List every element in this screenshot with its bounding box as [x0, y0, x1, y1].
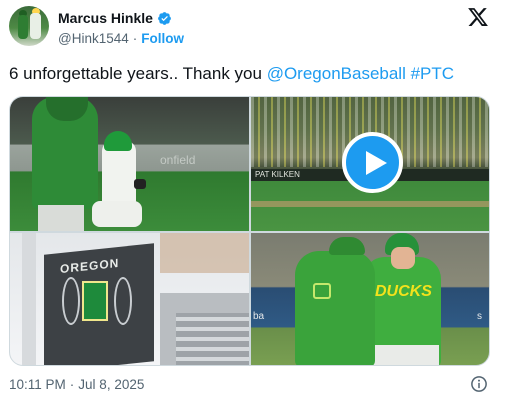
hashtag-link[interactable]: #PTC: [411, 64, 454, 83]
media-photo-3[interactable]: OREGON: [10, 233, 249, 365]
info-icon[interactable]: [470, 375, 488, 393]
media-video[interactable]: PAT KILKEN: [251, 97, 489, 231]
media-grid: onfield PAT KILKEN OREGON ba s DUCKS: [9, 96, 490, 366]
mention-link[interactable]: @OregonBaseball: [267, 64, 406, 83]
tweet-text: 6 unforgettable years.. Thank you @Orego…: [9, 64, 454, 84]
author-name-row: Marcus Hinkle: [58, 10, 172, 26]
author-name[interactable]: Marcus Hinkle: [58, 10, 153, 26]
photo-4-wall-text-right: s: [477, 311, 482, 322]
tweet-date[interactable]: Jul 8, 2025: [78, 377, 144, 392]
tweet-card: Marcus Hinkle @Hink1544 · Follow 6 unfor…: [0, 0, 505, 400]
tweet-meta: 10:11 PM · Jul 8, 2025: [9, 377, 144, 392]
author-handle[interactable]: @Hink1544: [58, 31, 129, 46]
tweet-time[interactable]: 10:11 PM: [9, 377, 66, 392]
separator: ·: [132, 31, 138, 46]
follow-button[interactable]: Follow: [141, 31, 184, 46]
verified-badge-icon: [158, 11, 171, 25]
meta-separator: ·: [69, 377, 75, 392]
avatar[interactable]: [9, 6, 49, 46]
play-button[interactable]: [342, 132, 403, 193]
x-logo-icon[interactable]: [467, 6, 489, 28]
handle-row: @Hink1544 · Follow: [58, 31, 184, 46]
play-icon: [366, 151, 387, 175]
photo-4-jersey-text: DUCKS: [375, 283, 432, 300]
photo-4-wall-text-left: ba: [253, 311, 265, 322]
tweet-text-body: 6 unforgettable years.. Thank you: [9, 64, 267, 83]
photo-1-wall-text: onfield: [160, 153, 196, 167]
photo-2-wall-text: PAT KILKEN: [255, 170, 300, 179]
media-photo-1[interactable]: onfield: [10, 97, 249, 231]
media-photo-4[interactable]: ba s DUCKS: [251, 233, 489, 365]
